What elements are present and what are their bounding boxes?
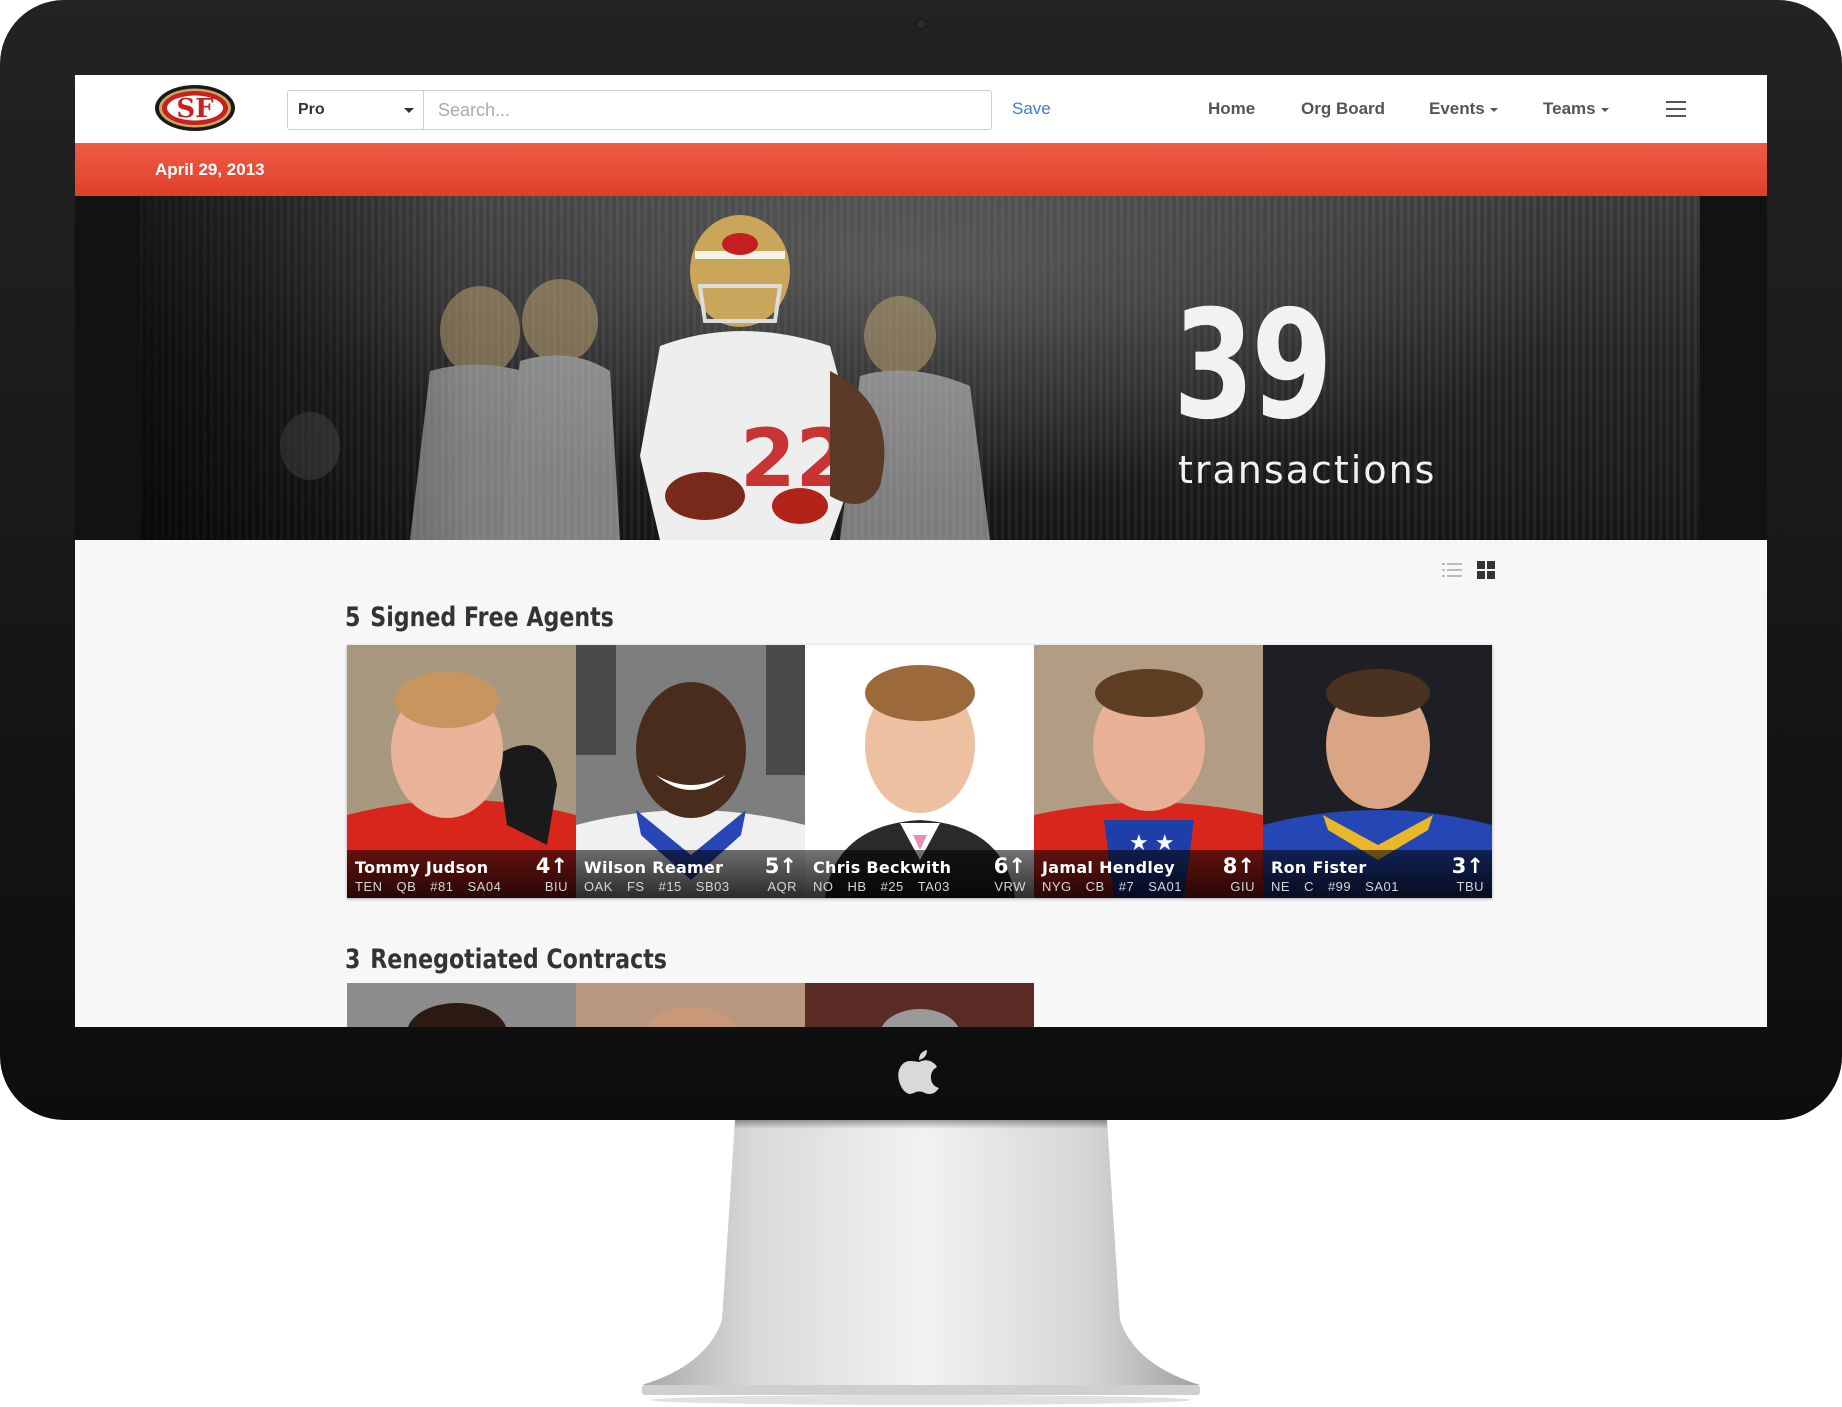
nav-events-label: Events xyxy=(1429,99,1485,118)
player-card[interactable] xyxy=(576,983,805,1027)
player-team: NO xyxy=(813,879,834,894)
player-card[interactable]: Tommy Judson 4↑ TEN QB #81 SA04 BIU xyxy=(347,645,576,898)
save-link[interactable]: Save xyxy=(1012,99,1051,119)
player-source: BIU xyxy=(544,879,568,894)
player-name: Wilson Reamer xyxy=(584,858,724,877)
category-select-value: Pro xyxy=(298,101,325,118)
player-name: Tommy Judson xyxy=(355,858,489,877)
nav-home[interactable]: Home xyxy=(1208,99,1255,119)
player-code: TA03 xyxy=(917,879,950,894)
nav-events-dropdown[interactable]: Events xyxy=(1429,99,1498,119)
player-info: Ron Fister 3↑ NE C #99 SA01 TBU xyxy=(1263,850,1492,898)
chevron-down-icon xyxy=(404,108,414,113)
player-code: SA01 xyxy=(1148,879,1183,894)
player-number: #7 xyxy=(1118,879,1135,894)
player-position: HB xyxy=(847,879,867,894)
caret-down-icon xyxy=(1600,107,1609,112)
nav-teams-label: Teams xyxy=(1543,99,1596,118)
transaction-label: transactions xyxy=(1178,448,1437,492)
player-card[interactable] xyxy=(805,983,1034,1027)
transaction-count: 39 xyxy=(1173,279,1333,453)
player-card[interactable]: Ron Fister 3↑ NE C #99 SA01 TBU xyxy=(1263,645,1492,898)
nav-home-label: Home xyxy=(1208,99,1256,118)
player-code: SA01 xyxy=(1365,879,1399,894)
player-name: Chris Beckwith xyxy=(813,858,952,877)
nav-teams-dropdown[interactable]: Teams xyxy=(1543,99,1609,119)
player-name: Jamal Hendley xyxy=(1042,858,1176,877)
section-title-signed-free-agents: 5 Signed Free Agents xyxy=(345,602,614,633)
player-rank: 6↑ xyxy=(993,854,1026,878)
player-position: CB xyxy=(1085,879,1105,894)
player-rank: 8↑ xyxy=(1222,854,1255,878)
player-photo xyxy=(805,983,1034,1027)
section-count: 3 xyxy=(345,944,361,975)
player-name: Ron Fister xyxy=(1271,858,1367,877)
apple-logo-icon xyxy=(898,1050,939,1094)
monitor-stand xyxy=(642,1120,1200,1405)
caret-down-icon xyxy=(1489,107,1498,112)
player-photo xyxy=(576,983,805,1027)
player-rank: 3↑ xyxy=(1451,854,1484,878)
svg-text:SF: SF xyxy=(176,94,214,124)
player-source: GIU xyxy=(1230,879,1255,894)
player-card[interactable]: ★ ★ Jamal Hendley 8↑ NYG CB #7 SA01 GIU xyxy=(1034,645,1263,898)
search-input[interactable] xyxy=(424,91,991,129)
player-number: #81 xyxy=(430,879,454,894)
player-number: #25 xyxy=(880,879,904,894)
player-code: SB03 xyxy=(695,879,730,894)
player-info: Tommy Judson 4↑ TEN QB #81 SA04 BIU xyxy=(347,850,576,898)
app-screen: SF Pro Save Home Org Board Events Teams … xyxy=(75,75,1767,1027)
player-card[interactable] xyxy=(347,983,576,1027)
grid-view-icon[interactable] xyxy=(1476,560,1496,580)
player-number: #15 xyxy=(658,879,682,894)
player-card[interactable]: Chris Beckwith 6↑ NO HB #25 TA03 VRW xyxy=(805,645,1034,898)
hero-banner: 22 39 transactions xyxy=(75,196,1767,540)
current-date: April 29, 2013 xyxy=(155,160,265,179)
date-bar: April 29, 2013 xyxy=(75,143,1767,196)
section-count: 5 xyxy=(345,602,361,633)
player-info: Chris Beckwith 6↑ NO HB #25 TA03 VRW xyxy=(805,850,1034,898)
player-card[interactable]: Wilson Reamer 5↑ OAK FS #15 SB03 AQR xyxy=(576,645,805,898)
player-source: VRW xyxy=(994,879,1026,894)
search-group: Pro xyxy=(287,90,992,130)
player-photo xyxy=(347,983,576,1027)
player-position: FS xyxy=(626,879,645,894)
player-source: AQR xyxy=(767,879,797,894)
nav-org-board-label: Org Board xyxy=(1301,99,1386,118)
player-code: SA04 xyxy=(467,879,502,894)
player-source: TBU xyxy=(1456,879,1484,894)
player-team: NYG xyxy=(1042,879,1072,894)
player-info: Wilson Reamer 5↑ OAK FS #15 SB03 AQR xyxy=(576,850,805,898)
player-rank: 4↑ xyxy=(535,854,568,878)
top-navbar: SF Pro Save Home Org Board Events Teams xyxy=(75,75,1767,144)
player-team: NE xyxy=(1271,879,1291,894)
category-select[interactable]: Pro xyxy=(288,91,424,129)
players-hero-image: 22 xyxy=(140,196,1240,540)
player-number: #99 xyxy=(1327,879,1352,894)
section-title-renegotiated-contracts: 3 Renegotiated Contracts xyxy=(345,944,667,975)
player-card-row: Tommy Judson 4↑ TEN QB #81 SA04 BIU Wilson Re… xyxy=(347,645,1492,898)
section-heading: Renegotiated Contracts xyxy=(370,944,667,975)
player-rank: 5↑ xyxy=(764,854,797,878)
camera xyxy=(915,18,927,30)
hamburger-menu-icon[interactable] xyxy=(1666,101,1686,117)
view-toggle xyxy=(1442,560,1496,580)
player-card-row xyxy=(347,983,1034,1027)
player-info: Jamal Hendley 8↑ NYG CB #7 SA01 GIU xyxy=(1034,850,1263,898)
list-view-icon[interactable] xyxy=(1442,560,1462,580)
section-heading: Signed Free Agents xyxy=(370,602,614,633)
player-team: TEN xyxy=(355,879,383,894)
nav-org-board[interactable]: Org Board xyxy=(1301,99,1385,119)
player-team: OAK xyxy=(584,879,613,894)
player-position: QB xyxy=(396,879,417,894)
player-position: C xyxy=(1304,879,1314,894)
team-logo[interactable]: SF xyxy=(154,84,236,132)
